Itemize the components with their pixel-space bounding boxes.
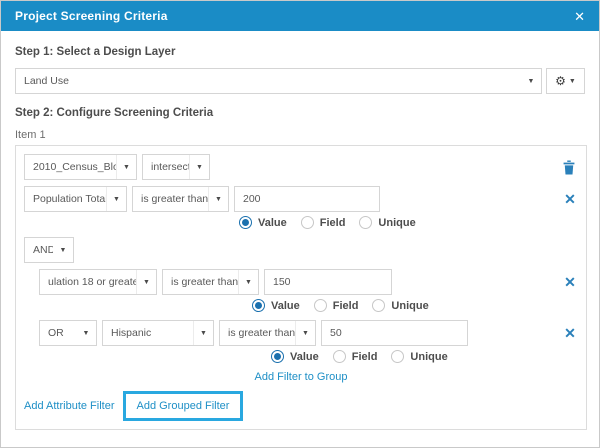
spatial-relation-value: intersects (151, 161, 189, 173)
close-icon[interactable]: ✕ (574, 10, 585, 23)
group-operator-select[interactable]: AND ▼ (24, 237, 74, 263)
remove-grouped-filter1-button[interactable]: ✕ (562, 275, 578, 289)
grouped-filter2-operator-select[interactable]: is greater than ▼ (219, 320, 316, 346)
radio-value[interactable]: Value (252, 299, 300, 312)
grouped-filter2-mode-radios: Value Field Unique (24, 350, 578, 363)
item-header-row: 2010_Census_Blocks ▼ intersects ▼ (24, 154, 578, 180)
radio-selected-icon (239, 216, 252, 229)
chevron-down-icon: ▼ (193, 321, 213, 345)
dialog-body: Step 1: Select a Design Layer Land Use ▼… (1, 31, 599, 447)
radio-field[interactable]: Field (300, 216, 345, 229)
plus-icon: + (23, 443, 33, 447)
step2-label: Step 2: Configure Screening Criteria (15, 107, 214, 119)
filter1-operator-select[interactable]: is greater than ▼ (132, 186, 229, 212)
grouped-filter1-field-select[interactable]: ulation 18 or greater ▼ (39, 269, 157, 295)
grouped-filter1-operator-select[interactable]: is greater than ▼ (162, 269, 259, 295)
spatial-relation-select[interactable]: intersects ▼ (142, 154, 210, 180)
grouped-filter-row-2: OR ▼ Hispanic ▼ is greater than ▼ ✕ (24, 320, 578, 346)
filter1-value-input[interactable] (234, 186, 380, 212)
filter1-field-select[interactable]: Population Total ▼ (24, 186, 127, 212)
chevron-down-icon: ▼ (295, 321, 315, 345)
radio-unselected-icon (391, 350, 405, 363)
add-grouped-filter-highlight: Add Grouped Filter (122, 391, 244, 421)
radio-field[interactable]: Field (332, 350, 377, 363)
radio-unique[interactable]: Unique (359, 216, 416, 229)
add-attribute-filter-link[interactable]: Add Attribute Filter (24, 400, 115, 412)
filter-row-1: Population Total ▼ is greater than ▼ ✕ (24, 186, 578, 212)
chevron-down-icon: ▼ (136, 270, 156, 294)
step1-label: Step 1: Select a Design Layer (15, 46, 176, 58)
design-layer-row: Land Use ▼ ⚙ ▼ (15, 68, 585, 94)
chevron-down-icon: ▼ (208, 187, 228, 211)
radio-unselected-icon (313, 299, 327, 312)
chevron-down-icon: ▼ (189, 155, 209, 179)
filter-links-row: Add Attribute Filter Add Grouped Filter (24, 391, 578, 421)
add-filter-to-group-link[interactable]: Add Filter to Group (24, 371, 578, 383)
trash-icon (563, 160, 575, 174)
gear-icon: ⚙ (555, 74, 566, 88)
group-operator-value: AND (33, 244, 53, 256)
grouped-filter1-operator-value: is greater than (171, 276, 238, 288)
chevron-down-icon: ▼ (106, 187, 126, 211)
remove-filter1-button[interactable]: ✕ (562, 192, 578, 206)
dialog-title: Project Screening Criteria (15, 9, 168, 23)
remove-grouped-filter2-button[interactable]: ✕ (562, 326, 578, 340)
radio-unique[interactable]: Unique (372, 299, 429, 312)
layer-options-button[interactable]: ⚙ ▼ (546, 68, 585, 94)
radio-field[interactable]: Field (313, 299, 358, 312)
grouped-filter1-mode-radios: Value Field Unique (24, 299, 578, 312)
chevron-down-icon: ▼ (527, 77, 535, 85)
grouped-filter2-value-input[interactable] (321, 320, 468, 346)
radio-unselected-icon (359, 216, 373, 229)
chevron-down-icon: ▼ (568, 77, 576, 85)
radio-unselected-icon (372, 299, 386, 312)
grouped-filter2-logic-value: OR (48, 327, 64, 339)
grouped-filter1-value-input[interactable] (264, 269, 392, 295)
source-layer-select[interactable]: 2010_Census_Blocks ▼ (24, 154, 137, 180)
dialog-header: Project Screening Criteria ✕ (1, 1, 599, 31)
radio-selected-icon (252, 299, 265, 312)
chevron-down-icon: ▼ (116, 155, 136, 179)
item-label: Item 1 (15, 129, 46, 141)
filter1-mode-radios: Value Field Unique (24, 216, 578, 229)
chevron-down-icon: ▼ (82, 329, 90, 337)
screening-item-card: 2010_Census_Blocks ▼ intersects ▼ (15, 145, 587, 430)
chevron-down-icon: ▼ (59, 246, 67, 254)
filter1-operator-value: is greater than (141, 193, 208, 205)
grouped-filter2-operator-value: is greater than (228, 327, 295, 339)
radio-unique[interactable]: Unique (391, 350, 448, 363)
add-item-button[interactable]: + Add Item (23, 443, 585, 447)
source-layer-value: 2010_Census_Blocks (33, 161, 116, 173)
grouped-filter2-field-value: Hispanic (111, 327, 152, 339)
design-layer-value: Land Use (24, 75, 69, 87)
grouped-filter2-logic-select[interactable]: OR ▼ (39, 320, 97, 346)
grouped-filter-row-1: ulation 18 or greater ▼ is greater than … (24, 269, 578, 295)
group-operator-row: AND ▼ (24, 237, 578, 263)
radio-value[interactable]: Value (239, 216, 287, 229)
design-layer-select[interactable]: Land Use ▼ (15, 68, 542, 94)
grouped-filter1-field-value: ulation 18 or greater (48, 276, 136, 288)
radio-unselected-icon (300, 216, 314, 229)
delete-item-button[interactable] (562, 160, 576, 175)
project-screening-criteria-dialog: Project Screening Criteria ✕ Step 1: Sel… (0, 0, 600, 448)
filter1-field-value: Population Total (33, 193, 106, 205)
radio-selected-icon (271, 350, 284, 363)
radio-value[interactable]: Value (271, 350, 319, 363)
radio-unselected-icon (332, 350, 346, 363)
add-grouped-filter-link[interactable]: Add Grouped Filter (137, 400, 230, 412)
chevron-down-icon: ▼ (238, 270, 258, 294)
grouped-filter2-field-select[interactable]: Hispanic ▼ (102, 320, 214, 346)
